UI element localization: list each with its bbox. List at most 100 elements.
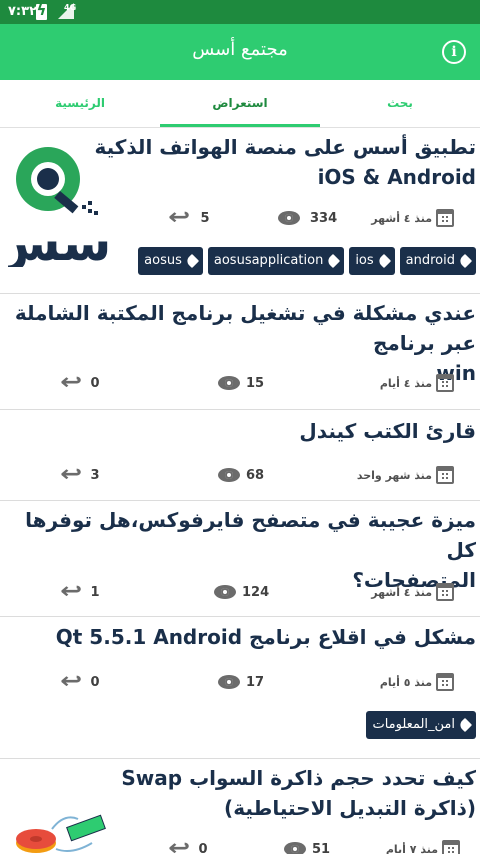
tag-icon [376, 253, 391, 269]
topic-views: 51 [284, 838, 330, 854]
reply-icon: ↩ [168, 205, 191, 230]
date-text: منذ ٤ أيام [379, 376, 432, 390]
tag-aosus[interactable]: aosus [138, 247, 203, 275]
date-text: منذ ٤ أشهر [371, 211, 432, 225]
tag-icon [184, 253, 199, 269]
calendar-icon [436, 209, 454, 227]
replies-count: 5 [200, 210, 210, 226]
views-count: 17 [246, 674, 265, 690]
topic-date: منذ ٧ أيام [386, 838, 460, 854]
tag-row: امن_المعلومات [366, 711, 476, 739]
tag-android[interactable]: android [399, 247, 476, 275]
topic-card[interactable]: كيف تحدد حجم ذاكرة السواب Swap (ذاكرة ال… [0, 759, 480, 854]
reply-icon: ↩ [60, 669, 83, 694]
topic-views: 15 [218, 372, 264, 394]
views-count: 124 [242, 584, 270, 600]
topic-title-line: ميزة عجيبة في متصفح فايرفوكس،هل توفرها ك… [25, 508, 476, 562]
topic-replies: ↩ 3 [60, 462, 99, 487]
topic-list: تطبيق أسس على منصة الهواتف الذكية iOS & … [0, 129, 480, 854]
eye-icon [214, 585, 236, 599]
topic-title-line: قارئ الكتب كيندل [299, 419, 476, 443]
topic-views: 17 [218, 671, 264, 693]
topic-title[interactable]: تطبيق أسس على منصة الهواتف الذكية iOS & … [94, 132, 476, 192]
tab-search[interactable]: بحث [320, 80, 480, 127]
status-bar: ٧:٣٢ 4G [0, 0, 480, 24]
date-text: منذ شهر واحد [356, 468, 432, 482]
app-title: مجتمع أسس [192, 39, 288, 60]
views-count: 68 [246, 467, 265, 483]
views-count: 51 [312, 841, 331, 854]
topic-date: منذ ٤ أشهر [371, 207, 454, 229]
replies-count: 1 [90, 584, 100, 600]
replies-count: 0 [90, 375, 100, 391]
topic-replies: ↩ 0 [60, 669, 100, 694]
topic-card[interactable]: مشكل في اقلاع برنامج Qt 5.5.1 Android من… [0, 617, 480, 759]
topic-date: منذ ٥ أيام [380, 671, 454, 693]
reply-icon: ↩ [60, 579, 83, 604]
calendar-icon [436, 583, 454, 601]
topic-title-line: كيف تحدد حجم ذاكرة السواب Swap [121, 766, 476, 790]
tab-bar: بحث استعراض الرئيسية [0, 80, 480, 128]
topic-title-line: مشكل في اقلاع برنامج Qt 5.5.1 Android [55, 625, 476, 649]
topic-card[interactable]: قارئ الكتب كيندل منذ شهر واحد 68 ↩ 3 [0, 410, 480, 501]
eye-icon [218, 675, 240, 689]
topic-views: 334 [278, 207, 337, 229]
topic-title-line: iOS & Android [317, 165, 476, 189]
tag-label: aosus [144, 253, 182, 268]
tag-icon [457, 253, 473, 269]
topic-card[interactable]: تطبيق أسس على منصة الهواتف الذكية iOS & … [0, 129, 480, 294]
topic-card[interactable]: عندي مشكلة في تشغيل برنامج المكتبة الشام… [0, 294, 480, 410]
topic-replies: ↩ 5 [168, 205, 210, 230]
tag-ios[interactable]: ios [349, 247, 395, 275]
eye-icon [284, 842, 306, 854]
tag-infosec[interactable]: امن_المعلومات [366, 711, 476, 739]
topic-replies: ↩ 0 [60, 370, 100, 395]
tab-home[interactable]: الرئيسية [0, 80, 160, 127]
tab-browse[interactable]: استعراض [160, 80, 320, 127]
calendar-icon [436, 374, 454, 392]
calendar-icon [436, 673, 454, 691]
tag-icon [457, 717, 473, 733]
topic-title-line: (ذاكرة التبديل الاحتياطية) [224, 796, 476, 820]
topic-date: منذ ٤ أيام [380, 372, 454, 394]
topic-title-line: تطبيق أسس على منصة الهواتف الذكية [94, 135, 476, 159]
topic-title[interactable]: كيف تحدد حجم ذاكرة السواب Swap (ذاكرة ال… [121, 763, 476, 823]
topic-title[interactable]: قارئ الكتب كيندل [299, 416, 476, 446]
eye-icon [218, 468, 240, 482]
topic-replies: ↩ 1 [60, 579, 100, 604]
topic-date: منذ شهر واحد [357, 464, 454, 486]
aosus-logo: أسس [8, 147, 108, 267]
status-time: ٧:٣٢ [8, 4, 38, 19]
tag-row: android ios aosusapplication aosus [138, 247, 476, 275]
reply-icon: ↩ [60, 370, 83, 395]
topic-card[interactable]: ميزة عجيبة في متصفح فايرفوكس،هل توفرها ك… [0, 501, 480, 617]
tag-icon [326, 253, 341, 269]
tag-label: android [405, 253, 455, 268]
app-bar: i مجتمع أسس [0, 24, 480, 80]
views-count: 15 [246, 375, 265, 391]
topic-title-line: عندي مشكلة في تشغيل برنامج المكتبة الشام… [14, 301, 476, 355]
date-text: منذ ٤ أشهر [371, 585, 432, 599]
reply-icon: ↩ [60, 462, 83, 487]
battery-charging-icon [36, 1, 47, 20]
views-count: 334 [310, 210, 338, 226]
date-text: منذ ٧ أيام [385, 842, 438, 854]
calendar-icon [436, 466, 454, 484]
tag-label: ios [355, 253, 374, 268]
memory-thumbnail [16, 814, 106, 853]
topic-views: 68 [218, 464, 264, 486]
replies-count: 0 [90, 674, 100, 690]
topic-replies: ↩ 0 [168, 836, 208, 854]
date-text: منذ ٥ أيام [379, 675, 432, 689]
replies-count: 0 [198, 841, 208, 854]
eye-icon [278, 211, 300, 225]
topic-date: منذ ٤ أشهر [371, 581, 454, 603]
tag-label: aosusapplication [213, 253, 324, 268]
eye-icon [218, 376, 240, 390]
svg-text:أسس: أسس [8, 210, 108, 267]
topic-title[interactable]: مشكل في اقلاع برنامج Qt 5.5.1 Android [56, 622, 476, 652]
calendar-icon [442, 840, 460, 854]
reply-icon: ↩ [168, 836, 191, 854]
topic-views: 124 [214, 581, 269, 603]
tag-aosusapplication[interactable]: aosusapplication [207, 247, 345, 275]
